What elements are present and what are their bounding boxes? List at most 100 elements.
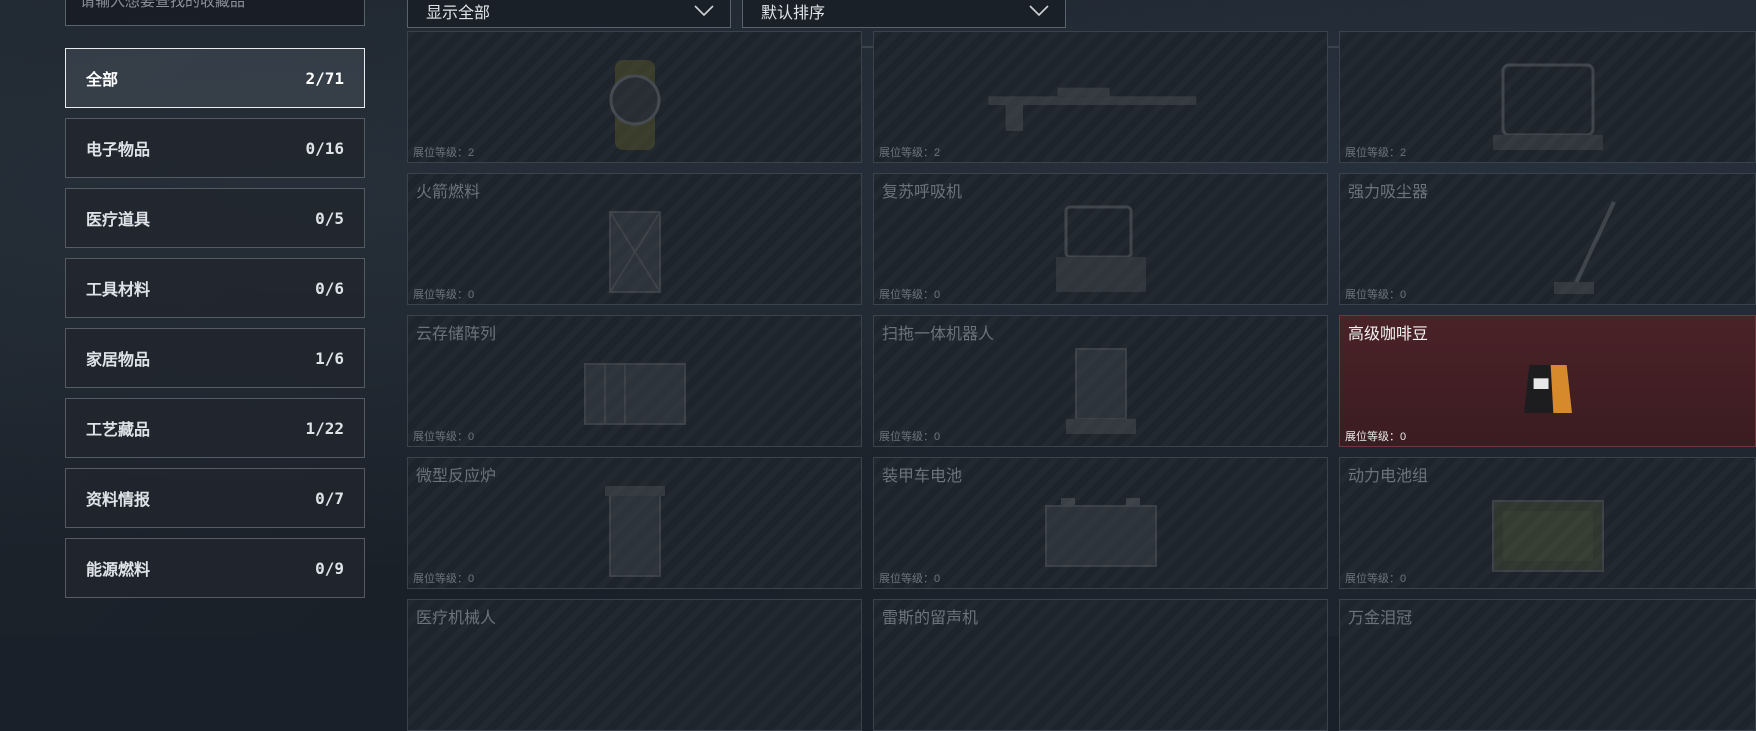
category-label: 家居物品 [86, 352, 151, 369]
collectible-card[interactable]: 万金泪冠 [1339, 599, 1756, 731]
category-count: 0/9 [315, 558, 344, 578]
booth-level-label: 展位等级： [879, 289, 934, 301]
booth-level: 展位等级：0 [879, 570, 940, 586]
category-label: 工具材料 [86, 282, 151, 299]
booth-level-value: 0 [1400, 289, 1407, 301]
item-name: 扫拖一体机器人 [882, 326, 995, 343]
booth-level: 展位等级：0 [413, 428, 474, 444]
coffee-bag-icon [1523, 365, 1572, 413]
collectible-card[interactable]: 装甲车电池 展位等级：0 [873, 457, 1328, 589]
battery-icon [1044, 498, 1157, 567]
booth-level-label: 展位等级： [1345, 431, 1400, 443]
chevron-down-icon [694, 5, 714, 17]
collectible-card[interactable]: 微型反应炉 展位等级：0 [407, 457, 862, 589]
ventilator-icon [1055, 205, 1146, 292]
collectible-card[interactable]: 火箭燃料 展位等级：0 [407, 173, 862, 305]
category-count: 0/6 [315, 278, 344, 298]
collectible-card[interactable]: 展位等级：2 [873, 31, 1328, 163]
category-medical[interactable]: 医疗道具 0/5 [65, 188, 365, 248]
item-name: 万金泪冠 [1348, 610, 1413, 627]
booth-level: 展位等级：0 [879, 428, 940, 444]
collectible-card[interactable]: 云存储阵列 展位等级：0 [407, 315, 862, 447]
booth-level-label: 展位等级： [1345, 573, 1400, 585]
booth-level: 展位等级：0 [879, 286, 940, 302]
storage-array-icon [583, 363, 686, 425]
category-intel[interactable]: 资料情报 0/7 [65, 468, 365, 528]
category-crafts[interactable]: 工艺藏品 1/22 [65, 398, 365, 458]
category-label: 能源燃料 [86, 562, 151, 579]
sort-dropdown[interactable]: 默认排序 [742, 0, 1066, 28]
battery-pack-icon [1491, 500, 1604, 572]
item-name: 微型反应炉 [416, 468, 497, 485]
booth-level-label: 展位等级： [879, 147, 934, 159]
search-input[interactable]: 请输入想要查找的收藏品 [65, 0, 365, 26]
item-name: 动力电池组 [1348, 468, 1429, 485]
collectible-card[interactable]: 展位等级：2 [407, 31, 862, 163]
item-name: 高级咖啡豆 [1348, 326, 1429, 343]
category-count: 1/6 [315, 348, 344, 368]
booth-level: 展位等级：0 [413, 286, 474, 302]
booth-level-value: 0 [934, 289, 941, 301]
booth-level-value: 0 [468, 289, 475, 301]
vacuum-cleaner-icon [1554, 201, 1616, 294]
booth-level-value: 0 [468, 431, 475, 443]
terminal-icon [1492, 63, 1603, 150]
collectible-card[interactable]: 医疗机械人 [407, 599, 862, 731]
booth-level: 展位等级：0 [413, 570, 474, 586]
item-name: 云存储阵列 [416, 326, 497, 343]
booth-level: 展位等级：2 [413, 144, 474, 160]
category-count: 0/5 [315, 208, 344, 228]
booth-level: 展位等级：0 [1345, 286, 1406, 302]
collectible-card[interactable]: 复苏呼吸机 展位等级：0 [873, 173, 1328, 305]
booth-level: 展位等级：2 [1345, 144, 1406, 160]
booth-level-value: 2 [1400, 147, 1407, 159]
booth-level-value: 2 [468, 147, 475, 159]
collectible-card[interactable]: 展位等级：2 [1339, 31, 1756, 163]
booth-level-label: 展位等级： [879, 573, 934, 585]
category-tools[interactable]: 工具材料 0/6 [65, 258, 365, 318]
sort-value: 默认排序 [761, 5, 826, 22]
collectible-card-owned[interactable]: 高级咖啡豆 展位等级：0 [1339, 315, 1756, 447]
booth-level-value: 0 [1400, 431, 1407, 443]
booth-level-label: 展位等级： [413, 289, 468, 301]
booth-level-label: 展位等级： [1345, 289, 1400, 301]
search-placeholder: 请输入想要查找的收藏品 [80, 0, 246, 10]
collectible-card[interactable]: 动力电池组 展位等级：0 [1339, 457, 1756, 589]
item-name: 强力吸尘器 [1348, 184, 1429, 201]
category-label: 工艺藏品 [86, 422, 151, 439]
item-name: 火箭燃料 [416, 184, 481, 201]
display-filter-value: 显示全部 [426, 5, 491, 22]
booth-level-value: 2 [934, 147, 941, 159]
item-name: 装甲车电池 [882, 468, 963, 485]
booth-level-label: 展位等级： [413, 573, 468, 585]
item-name: 医疗机械人 [416, 610, 497, 627]
booth-level: 展位等级：0 [1345, 570, 1406, 586]
category-label: 电子物品 [86, 142, 151, 159]
chevron-down-icon [1029, 5, 1049, 17]
booth-level-value: 0 [934, 573, 941, 585]
reactor-icon [604, 486, 665, 577]
booth-level-label: 展位等级： [879, 431, 934, 443]
item-name: 雷斯的留声机 [882, 610, 979, 627]
booth-level-value: 0 [468, 573, 475, 585]
collectible-card[interactable]: 强力吸尘器 展位等级：0 [1339, 173, 1756, 305]
category-household[interactable]: 家居物品 1/6 [65, 328, 365, 388]
category-label: 资料情报 [86, 492, 151, 509]
booth-level-label: 展位等级： [1345, 147, 1400, 159]
robot-mop-icon [1065, 348, 1136, 434]
category-count: 2/71 [305, 68, 344, 88]
collectible-card[interactable]: 扫拖一体机器人 展位等级：0 [873, 315, 1328, 447]
display-filter-dropdown[interactable]: 显示全部 [407, 0, 731, 28]
category-label: 医疗道具 [86, 212, 151, 229]
booth-level-value: 0 [934, 431, 941, 443]
rifle-icon [987, 87, 1196, 131]
category-energy[interactable]: 能源燃料 0/9 [65, 538, 365, 598]
category-label: 全部 [86, 72, 119, 89]
booth-level: 展位等级：2 [879, 144, 940, 160]
category-all[interactable]: 全部 2/71 [65, 48, 365, 108]
booth-level: 展位等级：0 [1345, 428, 1406, 444]
fuel-canister-icon [608, 211, 661, 293]
collectible-card[interactable]: 雷斯的留声机 [873, 599, 1328, 731]
category-electronics[interactable]: 电子物品 0/16 [65, 118, 365, 178]
item-name: 复苏呼吸机 [882, 184, 963, 201]
